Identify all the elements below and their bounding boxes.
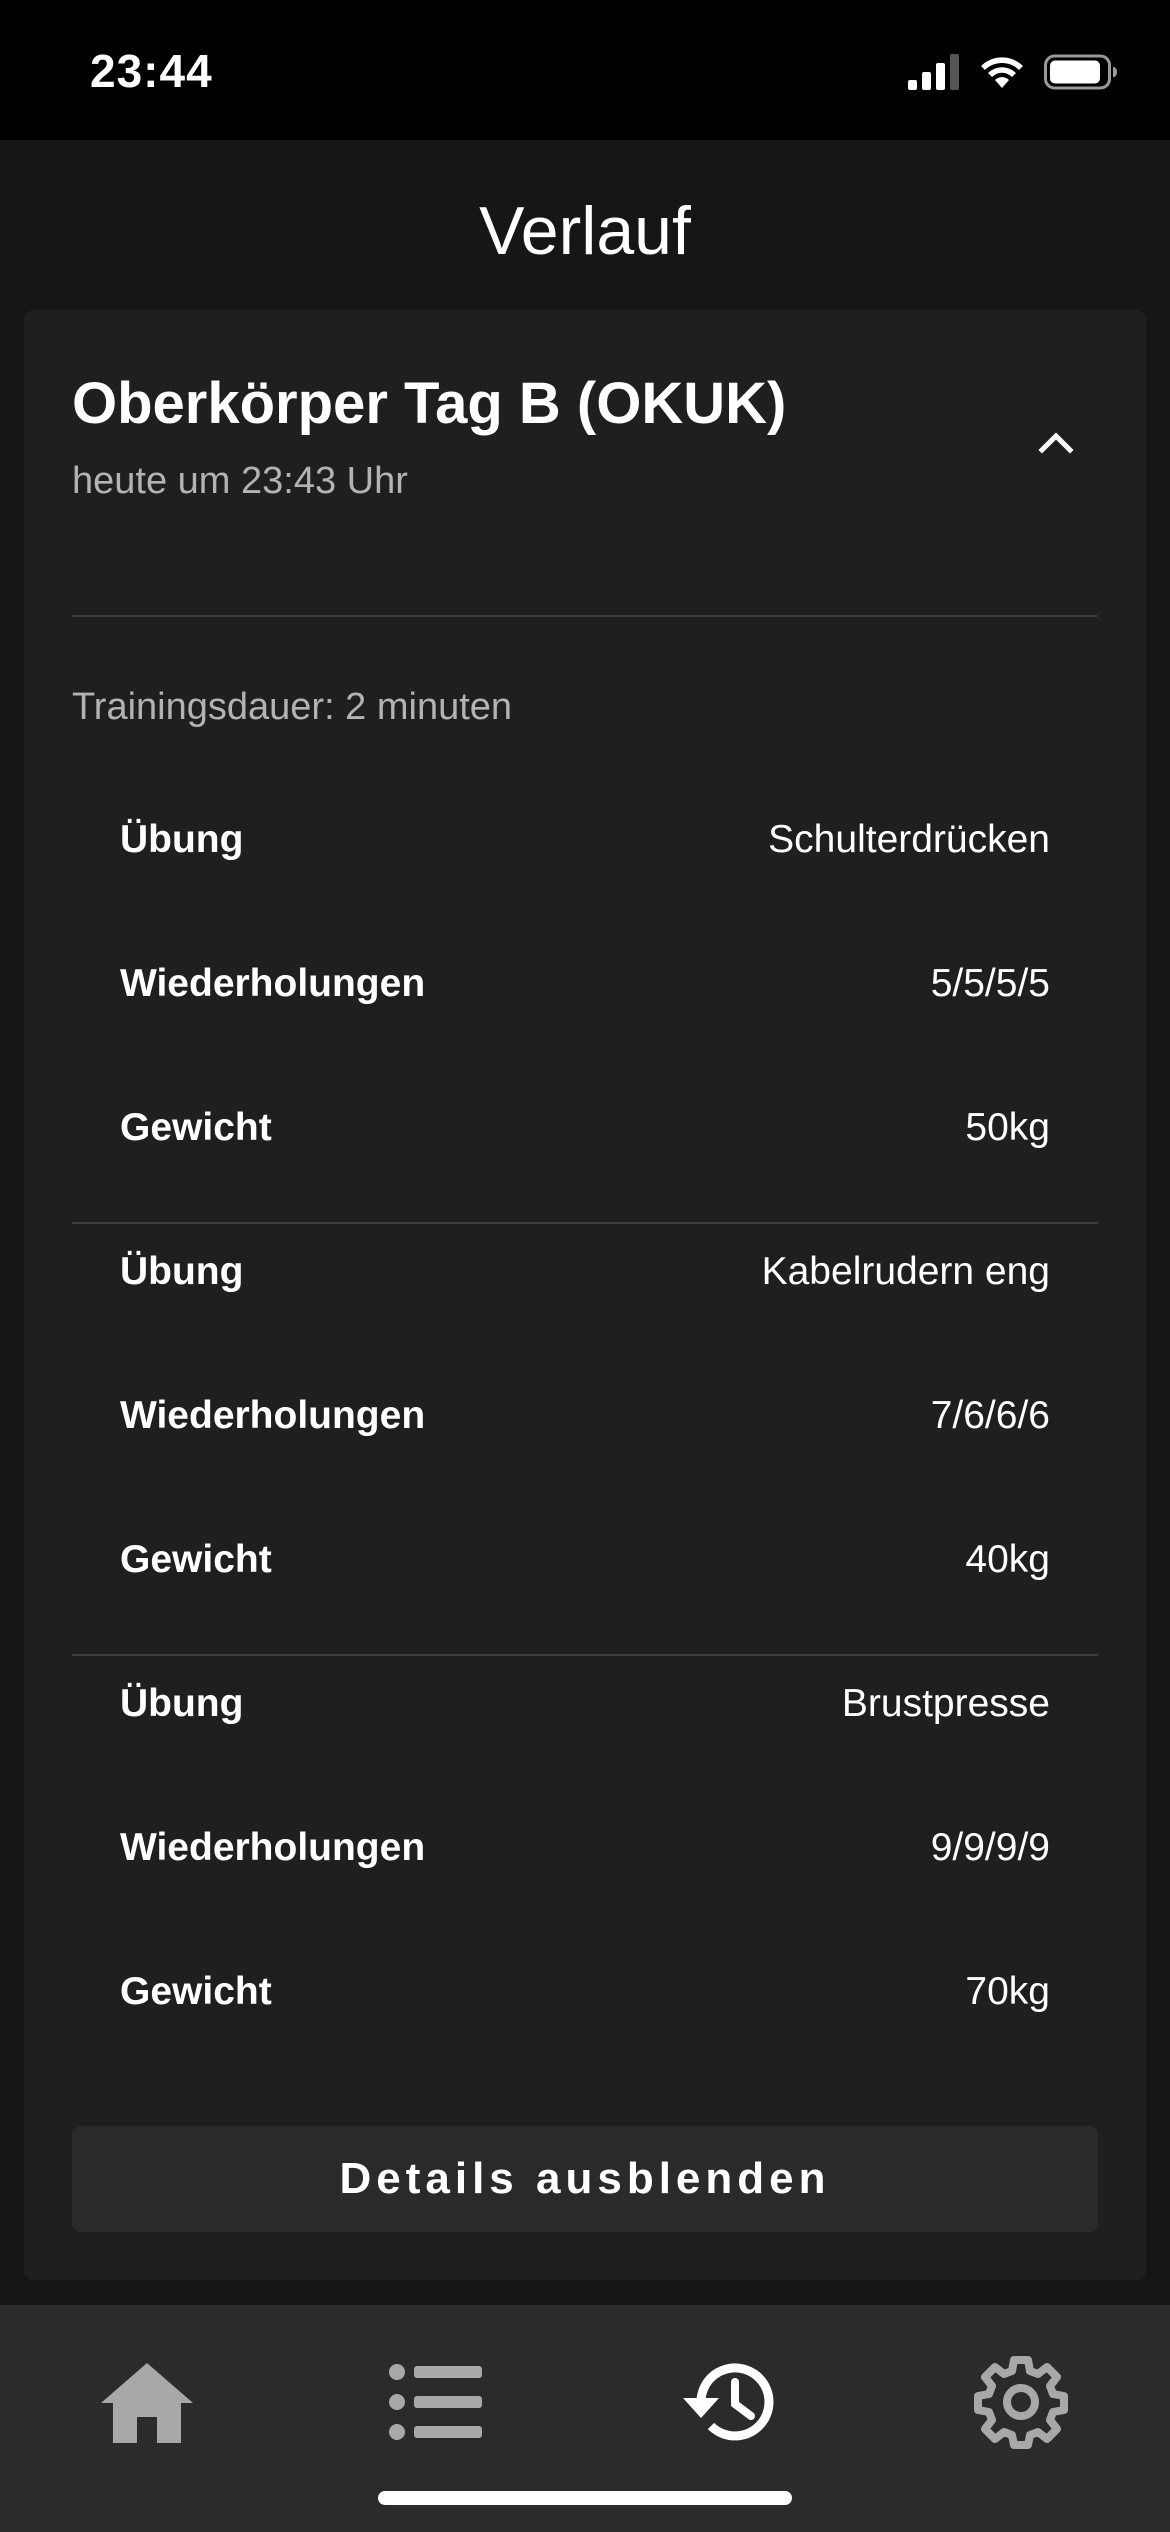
status-bar: 23:44: [0, 0, 1170, 140]
row-label: Übung: [120, 1250, 244, 1293]
status-icons: [908, 50, 1118, 94]
row-value: Brustpresse: [841, 1682, 1050, 1725]
exercise-row: Gewicht 70kg: [120, 1962, 1050, 2022]
exercise-row: Übung Kabelrudern eng: [120, 1242, 1050, 1302]
exercise-divider: [72, 1222, 1098, 1224]
exercise-row: Übung Brustpresse: [120, 1674, 1050, 1734]
history-screen: Verlauf Oberkörper Tag B (OKUK) heute um…: [0, 140, 1170, 2305]
tab-home[interactable]: [92, 2347, 202, 2457]
tab-list[interactable]: [381, 2347, 491, 2457]
battery-icon: [1044, 54, 1117, 90]
workout-date: heute um 23:43 Uhr: [72, 460, 408, 502]
home-icon: [101, 2363, 193, 2443]
row-label: Wiederholungen: [120, 962, 426, 1005]
home-indicator: [378, 2491, 792, 2505]
workout-title[interactable]: Oberkörper Tag B (OKUK): [72, 370, 786, 437]
exercise-row: Gewicht 40kg: [120, 1530, 1050, 1590]
row-label: Gewicht: [120, 1538, 272, 1581]
exercise-row: Wiederholungen 7/6/6/6: [120, 1386, 1050, 1446]
gear-icon: [974, 2356, 1068, 2449]
row-label: Wiederholungen: [120, 1826, 426, 1869]
row-value: 9/9/9/9: [930, 1826, 1050, 1869]
page-title: Verlauf: [479, 193, 691, 269]
row-value: Schulterdrücken: [768, 818, 1050, 861]
tab-history[interactable]: [674, 2347, 784, 2457]
row-label: Übung: [120, 1682, 244, 1725]
header-divider: [72, 615, 1098, 617]
hide-details-button[interactable]: Details ausblenden: [72, 2126, 1098, 2232]
row-value: 50kg: [965, 1106, 1050, 1149]
row-value: 5/5/5/5: [930, 962, 1050, 1005]
row-value: 40kg: [965, 1538, 1050, 1581]
exercise-divider: [72, 1654, 1098, 1656]
history-icon: [683, 2363, 774, 2441]
cellular-signal-icon: [908, 54, 959, 90]
row-value: Kabelrudern eng: [761, 1250, 1050, 1293]
exercise-row: Gewicht 50kg: [120, 1098, 1050, 1158]
workout-card: Oberkörper Tag B (OKUK) heute um 23:43 U…: [24, 310, 1146, 2280]
row-label: Gewicht: [120, 1970, 272, 2013]
exercise-row: Wiederholungen 5/5/5/5: [120, 954, 1050, 1014]
row-value: 7/6/6/6: [930, 1394, 1050, 1437]
tab-settings[interactable]: [966, 2347, 1076, 2457]
chevron-up-icon[interactable]: [1034, 420, 1078, 464]
training-duration: Trainingsdauer: 2 minuten: [72, 686, 513, 728]
row-label: Wiederholungen: [120, 1394, 426, 1437]
row-label: Übung: [120, 818, 244, 861]
exercise-row: Wiederholungen 9/9/9/9: [120, 1818, 1050, 1878]
row-label: Gewicht: [120, 1106, 272, 1149]
exercise-row: Übung Schulterdrücken: [120, 810, 1050, 870]
row-value: 70kg: [965, 1970, 1050, 2013]
list-icon: [389, 2364, 482, 2440]
wifi-icon: [981, 57, 1023, 88]
status-time: 23:44: [90, 45, 213, 97]
